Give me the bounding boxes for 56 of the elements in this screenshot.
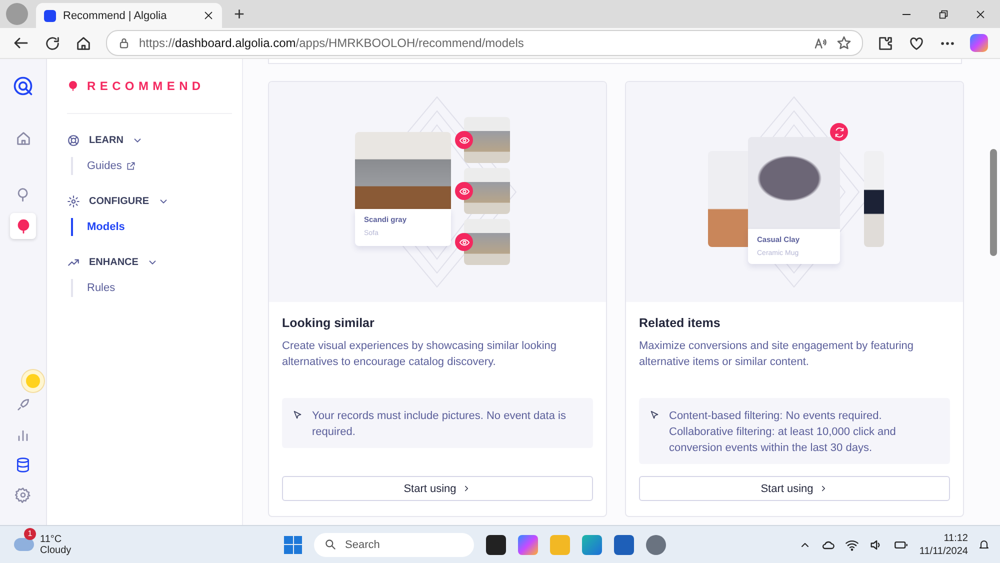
health-icon[interactable] xyxy=(908,34,925,52)
start-icon[interactable] xyxy=(284,536,302,554)
new-tab-button[interactable]: + xyxy=(230,4,249,24)
photo-placeholder xyxy=(464,117,510,163)
nav-section-header[interactable]: ENHANCE xyxy=(67,256,242,269)
section-title: RECOMMEND xyxy=(87,79,205,93)
database-icon[interactable] xyxy=(15,457,31,474)
temperature: 11°C xyxy=(40,534,63,545)
photo-placeholder xyxy=(464,168,510,214)
eye-icon xyxy=(458,134,470,146)
favorite-star-icon[interactable] xyxy=(836,35,852,51)
reload-icon[interactable] xyxy=(44,34,61,52)
algolia-logo-icon[interactable] xyxy=(12,75,34,97)
rail-recommend-button[interactable] xyxy=(10,213,36,239)
weather-condition: Cloudy xyxy=(40,544,72,556)
eye-icon xyxy=(458,186,470,196)
cursor-icon xyxy=(649,410,660,421)
card-description: Maximize conversions and site engagement by featuring alternative items or similar content. xyxy=(639,339,915,370)
configure-icon xyxy=(67,195,80,208)
card-title: Looking similar xyxy=(282,316,376,330)
home-icon xyxy=(14,130,32,146)
clock-date[interactable]: 11/11/2024 xyxy=(919,544,968,558)
url-text: https://dashboard.algolia.com/apps/HMRKBOOLOH/recommend/models xyxy=(139,36,524,50)
requirements-note: Content-based filtering: No events required. Collaborative filtering: at least 10,000 click and conversion events within the last 30 days. xyxy=(639,398,950,464)
photo-placeholder xyxy=(464,219,510,265)
learn-icon xyxy=(67,134,80,147)
clock-time[interactable]: 11:12 xyxy=(919,532,968,545)
requirements-note: Your records must include pictures. No event data is required. xyxy=(282,398,593,448)
cursor-icon xyxy=(292,410,303,421)
lock-icon xyxy=(117,36,131,50)
close-tab-icon[interactable] xyxy=(203,10,214,21)
home-icon[interactable] xyxy=(75,34,92,52)
card-description: Create visual experiences by showcasing similar looking alternatives to encourage catalog discovery. xyxy=(282,339,558,370)
bulb-icon xyxy=(67,79,79,93)
close-icon[interactable] xyxy=(975,8,986,20)
nav-section-header[interactable]: CONFIGURE xyxy=(67,195,242,208)
start-using-button[interactable]: Start using xyxy=(282,476,593,501)
nav-section-header[interactable]: LEARN xyxy=(67,134,242,147)
notification-dot xyxy=(26,374,40,388)
wifi-icon[interactable] xyxy=(845,538,860,552)
browser-tab[interactable]: Recommend | Algolia xyxy=(36,3,222,28)
start-using-button[interactable]: Start using xyxy=(639,476,950,501)
scrollbar-thumb[interactable] xyxy=(990,149,997,256)
taskbar-search-field[interactable]: Search xyxy=(314,532,474,557)
eye-icon xyxy=(458,236,470,248)
algolia-favicon-icon xyxy=(44,10,56,22)
read-aloud-icon[interactable] xyxy=(813,36,828,50)
address-bar[interactable]: https://dashboard.algolia.com/apps/HMRKBOOLOH/recommend/models xyxy=(106,30,863,56)
card-title: Related items xyxy=(639,316,722,330)
bell-icon[interactable] xyxy=(978,538,990,551)
restore-icon[interactable] xyxy=(938,8,949,20)
refresh-icon xyxy=(834,126,844,138)
external-link-icon xyxy=(126,161,136,171)
cloud-icon xyxy=(14,538,34,552)
extensions-icon[interactable] xyxy=(877,34,894,52)
notification-badge: 1 xyxy=(24,528,36,540)
